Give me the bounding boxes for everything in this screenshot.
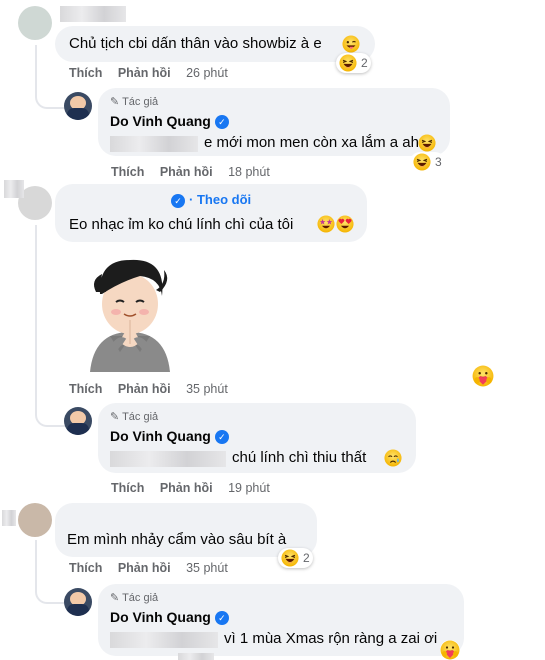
reply-bubble: ✎ Tác giả Do Vinh Quang ✓ vì 1 mùa Xmas r… — [98, 584, 464, 656]
author-name[interactable]: Do Vinh Quang ✓ — [110, 428, 229, 445]
comment-text: Eo nhạc ỉm ko chú lính chì của tôi — [69, 216, 294, 233]
reaction-counter[interactable] — [472, 366, 494, 386]
laugh-reaction-icon — [281, 549, 299, 567]
star-struck-emoji — [317, 215, 335, 233]
sticker-image[interactable] — [80, 252, 180, 372]
commenter-name-redacted — [60, 6, 126, 22]
author-badge: ✎ Tác giả — [110, 96, 159, 108]
timestamp[interactable]: 19 phút — [228, 481, 270, 495]
reaction-count: 2 — [361, 56, 368, 70]
reply-actions: Thích Phản hồi 18 phút — [111, 165, 282, 179]
laugh-emoji — [418, 134, 436, 152]
like-button[interactable]: Thích — [111, 165, 144, 179]
like-button[interactable]: Thích — [69, 382, 102, 396]
like-button[interactable]: Thích — [111, 481, 144, 495]
care-reaction-icon — [440, 640, 460, 660]
author-badge: ✎ Tác giả — [110, 592, 159, 604]
timestamp[interactable]: 26 phút — [186, 66, 228, 80]
author-name[interactable]: Do Vinh Quang ✓ — [110, 113, 229, 130]
verified-badge-icon: ✓ — [214, 430, 229, 445]
laugh-reaction-icon — [413, 153, 431, 171]
comment-text: Chủ tịch cbi dấn thân vào showbiz à e — [69, 35, 322, 52]
reaction-count: 3 — [435, 155, 442, 169]
reply-button[interactable]: Phản hồi — [160, 481, 213, 495]
mention-redacted — [110, 632, 218, 648]
commenter-avatar[interactable] — [18, 6, 52, 40]
author-badge-icon: ✎ — [110, 96, 120, 108]
reaction-counter[interactable] — [440, 640, 460, 660]
comment-actions: Thích Phản hồi 35 phút — [69, 561, 240, 575]
mention-redacted — [110, 451, 226, 467]
verified-badge-icon: ✓ — [214, 115, 229, 130]
thread-line — [35, 225, 65, 427]
timestamp[interactable]: 35 phút — [186, 561, 228, 575]
comment-bubble: Chủ tịch cbi dấn thân vào showbiz à e — [55, 26, 375, 62]
reaction-counter[interactable]: 2 — [278, 548, 313, 568]
verified-badge-icon: ✓ — [171, 193, 185, 208]
author-name[interactable]: Do Vinh Quang ✓ — [110, 609, 229, 626]
reaction-count: 2 — [303, 551, 310, 565]
timestamp[interactable]: 35 phút — [186, 382, 228, 396]
reply-button[interactable]: Phản hồi — [118, 66, 171, 80]
author-avatar[interactable] — [64, 407, 92, 435]
comment-actions: Thích Phản hồi 26 phút — [69, 66, 240, 80]
timestamp[interactable]: 18 phút — [228, 165, 270, 179]
care-reaction-icon — [472, 365, 494, 387]
comment-bubble: Em mình nhảy cẩm vào sâu bít à — [55, 503, 317, 557]
reaction-counter[interactable]: 3 — [410, 152, 445, 172]
reply-button[interactable]: Phản hồi — [160, 165, 213, 179]
verified-badge-icon: ✓ — [214, 611, 229, 626]
heart-eyes-emoji — [336, 215, 354, 233]
commenter-avatar[interactable] — [18, 503, 52, 537]
reply-bubble: ✎ Tác giả Do Vinh Quang ✓ chú lính chì th… — [98, 403, 416, 473]
comment-text: Em mình nhảy cẩm vào sâu bít à — [67, 531, 287, 548]
crying-emoji — [384, 449, 402, 467]
reply-button[interactable]: Phản hồi — [118, 382, 171, 396]
commenter-name-redacted — [4, 180, 24, 198]
reply-text: vì 1 mùa Xmas rộn ràng a zai ơi — [224, 630, 438, 647]
author-avatar[interactable] — [64, 588, 92, 616]
commenter-name-redacted — [2, 510, 16, 526]
follow-link[interactable]: ✓ · Theo dõi — [171, 192, 251, 208]
like-button[interactable]: Thích — [69, 561, 102, 575]
author-badge: ✎ Tác giả — [110, 411, 159, 423]
author-avatar[interactable] — [64, 92, 92, 120]
like-button[interactable]: Thích — [69, 66, 102, 80]
redacted-area — [178, 653, 214, 660]
comment-actions: Thích Phản hồi 35 phút — [69, 382, 240, 396]
mention-redacted — [110, 136, 198, 152]
reply-text: e mới mon men còn xa lắm a ah — [204, 134, 419, 151]
reply-actions: Thích Phản hồi 19 phút — [111, 481, 282, 495]
author-badge-icon: ✎ — [110, 411, 120, 423]
reply-bubble: ✎ Tác giả Do Vinh Quang ✓ e mới mon men c… — [98, 88, 450, 156]
reply-button[interactable]: Phản hồi — [118, 561, 171, 575]
wink-emoji — [342, 35, 360, 53]
comment-bubble: ✓ · Theo dõi Eo nhạc ỉm ko chú lính chì c… — [55, 184, 367, 242]
reaction-counter[interactable]: 2 — [336, 53, 371, 73]
author-badge-icon: ✎ — [110, 592, 120, 604]
laugh-reaction-icon — [339, 54, 357, 72]
reply-text: chú lính chì thiu thất — [232, 449, 367, 466]
